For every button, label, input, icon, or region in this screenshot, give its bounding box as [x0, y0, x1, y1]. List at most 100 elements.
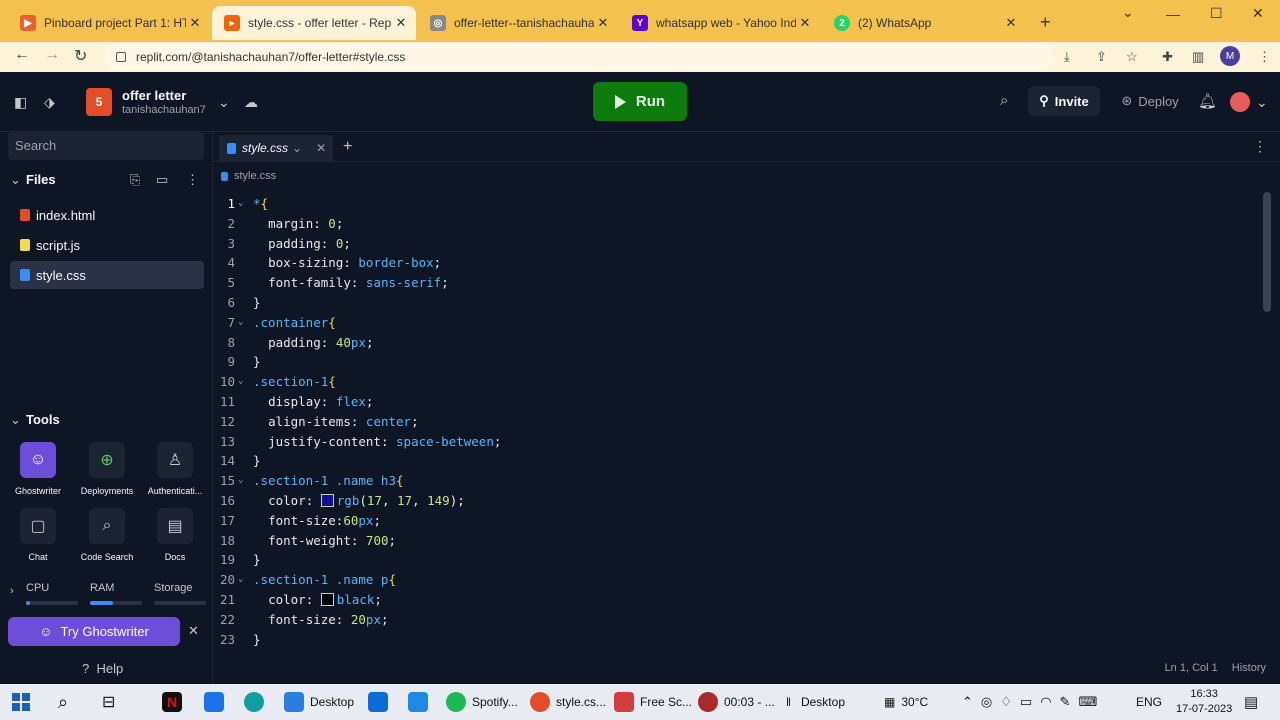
fold-chevron-icon[interactable]: ⌄ [238, 471, 243, 491]
code-line[interactable]: 8 padding: 40px; [213, 333, 1263, 353]
code-line[interactable]: 10 ⌄ .section-1{ [213, 372, 1263, 392]
fold-chevron-icon[interactable]: ⌄ [238, 570, 243, 590]
notifications-bell-icon[interactable]: 🔔︎ [1198, 92, 1217, 110]
breadcrumb-file[interactable]: style.css [234, 170, 276, 182]
url-field[interactable]: replit.com/@tanishachauhan7/offer-letter… [104, 43, 1054, 71]
tool-deployments[interactable]: ⊕ Deployments [71, 442, 143, 496]
tools-collapse-chevron-icon[interactable]: ⌄ [10, 412, 21, 428]
files-header[interactable]: Files [26, 172, 56, 187]
tool-docs[interactable]: ▤ Docs [139, 508, 211, 562]
fold-chevron-icon[interactable]: ⌄ [238, 194, 243, 214]
code-line[interactable]: 1 ⌄ *{ [213, 194, 1263, 214]
sidepanel-icon[interactable]: ▥ [1192, 49, 1204, 65]
code-line[interactable]: 7 ⌄ .container{ [213, 313, 1263, 333]
tool-authentication[interactable]: ♙ Authenticati... [139, 442, 211, 496]
code-line[interactable]: 5 font-family: sans-serif; [213, 273, 1263, 293]
code-line[interactable]: 2 margin: 0; [213, 214, 1263, 234]
language-indicator[interactable]: ENG [1136, 690, 1162, 714]
code-line[interactable]: 6} [213, 293, 1263, 313]
taskbar-free-screen-recorder[interactable]: Free Sc... [614, 690, 692, 714]
pen-icon[interactable]: ✎ [1060, 694, 1071, 710]
add-tab-icon[interactable]: + [343, 138, 352, 156]
chevron-down-icon[interactable]: ⌄ [292, 141, 302, 155]
code-line[interactable]: 3 padding: 0; [213, 234, 1263, 254]
install-icon[interactable]: ⤓ [1064, 49, 1070, 65]
mail-icon[interactable] [368, 690, 394, 714]
search-icon[interactable]: ⌕ [1000, 92, 1008, 109]
code-line[interactable]: 15 ⌄ .section-1 .name h3{ [213, 471, 1263, 491]
code-line[interactable]: 9} [213, 352, 1263, 372]
wifi-icon[interactable]: ◠ [1040, 694, 1051, 710]
tray-icon[interactable]: ◎ [981, 694, 992, 710]
code-line[interactable]: 12 align-items: center; [213, 412, 1263, 432]
battery-icon[interactable]: ▭ [1020, 694, 1032, 710]
weather-widget[interactable]: ▦ 30°C [884, 690, 928, 714]
tray-chevron-icon[interactable]: ⌃ [962, 694, 973, 710]
browser-tab-whatsapp[interactable]: 2 (2) WhatsApp ✕ [822, 6, 1026, 40]
code-line[interactable]: 4 box-sizing: border-box; [213, 253, 1263, 273]
forward-icon[interactable]: → [44, 46, 60, 64]
taskbar-media[interactable]: 00:03 - ... [698, 690, 775, 714]
tab-search-chevron-icon[interactable]: ⌄ [1122, 4, 1134, 21]
back-icon[interactable]: ← [14, 46, 30, 64]
code-line[interactable]: 14} [213, 451, 1263, 471]
bookmark-star-icon[interactable]: ☆ [1126, 49, 1138, 65]
share-icon[interactable]: ⇪ [1096, 49, 1107, 65]
close-tab-icon[interactable]: ✕ [1002, 15, 1020, 31]
tool-ghostwriter[interactable]: ☺ Ghostwriter [2, 442, 74, 496]
account-chevron-icon[interactable]: ⌄ [1256, 94, 1268, 111]
close-tab-icon[interactable]: ✕ [392, 15, 410, 31]
fold-chevron-icon[interactable]: ⌄ [238, 372, 243, 392]
new-file-icon[interactable]: ⎘ [130, 172, 140, 188]
taskbar-desktop-toolbar[interactable]: ‖ Desktop [786, 690, 845, 714]
history-button[interactable]: History [1232, 662, 1266, 674]
files-collapse-chevron-icon[interactable]: ⌄ [10, 172, 21, 188]
close-tab-icon[interactable]: ✕ [796, 15, 814, 31]
browser-tab-style-css[interactable]: ▸ style.css - offer letter - Replit ✕ [212, 6, 416, 40]
run-button[interactable]: Run [593, 82, 687, 121]
vertical-scrollbar[interactable] [1263, 192, 1271, 312]
help-button[interactable]: ? Help [82, 661, 123, 676]
search-input[interactable]: Search [8, 132, 204, 160]
tool-code-search[interactable]: ⌕ Code Search [71, 508, 143, 562]
taskbar-desktop[interactable]: Desktop [284, 690, 354, 714]
new-tab-icon[interactable]: + [1040, 12, 1051, 33]
store-icon[interactable] [204, 690, 230, 714]
keyboard-icon[interactable]: ⌨ [1078, 694, 1097, 710]
close-tab-icon[interactable]: ✕ [316, 141, 326, 155]
fold-chevron-icon[interactable]: ⌄ [238, 313, 243, 333]
code-line[interactable]: 22 font-size: 20px; [213, 610, 1263, 630]
invite-button[interactable]: ⚲ Invite [1028, 86, 1100, 116]
editor-tab-style-css[interactable]: style.css ⌄ ✕ [219, 135, 333, 161]
netflix-icon[interactable]: N [162, 690, 188, 714]
browser-profile-avatar[interactable]: M [1220, 46, 1240, 66]
browser-menu-icon[interactable]: ⋮ [1258, 49, 1271, 65]
project-name[interactable]: offer letter [122, 88, 186, 103]
sidebar-toggle-icon[interactable]: ◧ [14, 94, 27, 111]
new-folder-icon[interactable]: ▭ [156, 172, 168, 188]
close-tab-icon[interactable]: ✕ [594, 15, 612, 31]
code-line[interactable]: 23} [213, 630, 1263, 650]
maximize-icon[interactable]: ☐ [1210, 5, 1223, 22]
close-tab-icon[interactable]: ✕ [186, 15, 204, 31]
browser-tab-pinboard[interactable]: ▶ Pinboard project Part 1: HTM ✕ [8, 6, 210, 40]
browser-tab-yahoo[interactable]: Y whatsapp web - Yahoo India ✕ [620, 6, 820, 40]
reload-icon[interactable]: ↻ [74, 46, 87, 66]
code-line[interactable]: 17 font-size:60px; [213, 511, 1263, 531]
code-line[interactable]: 21 color: black; [213, 590, 1263, 610]
files-menu-icon[interactable]: ⋮ [186, 172, 199, 188]
code-line[interactable]: 16 color: rgb(17, 17, 149); [213, 491, 1263, 511]
code-line[interactable]: 19} [213, 550, 1263, 570]
try-ghostwriter-button[interactable]: ☺ Try Ghostwriter [8, 617, 180, 646]
tray-icon[interactable]: ♢ [1000, 694, 1012, 710]
code-line[interactable]: 20 ⌄ .section-1 .name p{ [213, 570, 1263, 590]
edge-icon[interactable] [244, 690, 270, 714]
pane-menu-icon[interactable]: ⋮ [1253, 138, 1267, 155]
browser-tab-offer-letter[interactable]: ◎ offer-letter--tanishachauhan ✕ [418, 6, 618, 40]
code-line[interactable]: 13 justify-content: space-between; [213, 432, 1263, 452]
taskbar-spotify[interactable]: Spotify... [446, 690, 518, 714]
replit-menu-icon[interactable]: ⬗ [44, 94, 55, 111]
deploy-button[interactable]: ⊛ Deploy [1110, 86, 1190, 116]
file-item-style-css[interactable]: style.css [10, 261, 204, 289]
system-clock[interactable]: 16:33 17-07-2023 [1176, 687, 1232, 717]
